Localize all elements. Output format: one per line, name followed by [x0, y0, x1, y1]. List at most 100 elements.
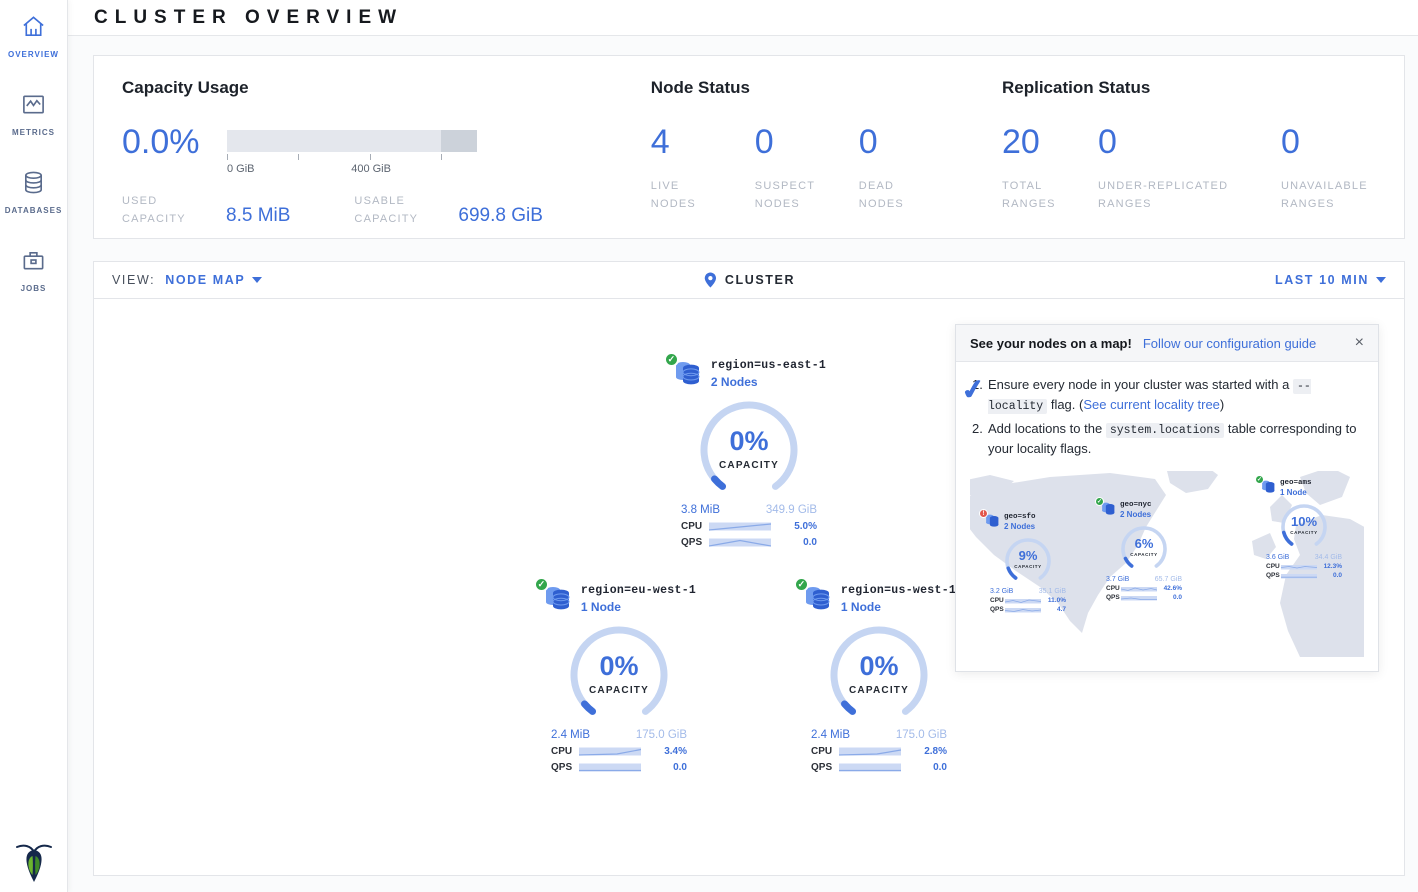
capacity-caption: CAPACITY	[1278, 530, 1330, 535]
step-text: )	[1220, 397, 1224, 412]
node-group-icon: ✓	[672, 359, 702, 390]
region-card-us-west-1[interactable]: ✓ region=us-west-1 1 Node	[794, 584, 964, 773]
region-card-eu-west-1[interactable]: ✓ region=eu-west-1 1 Node	[534, 584, 704, 773]
replication-status-title: Replication Status	[1002, 78, 1376, 98]
under-replicated-ranges-label: UNDER-REPLICATED RANGES	[1098, 178, 1248, 213]
capacity-caption: CAPACITY	[1118, 552, 1170, 557]
region-name: region=eu-west-1	[581, 584, 696, 597]
cpu-sparkline	[1121, 586, 1157, 592]
node-status-title: Node Status	[651, 78, 1002, 98]
qps-sparkline	[709, 537, 771, 548]
cpu-sparkline	[1281, 564, 1317, 570]
region-total: 65.7 GiB	[1155, 576, 1182, 583]
region-total: 35.1 GiB	[1039, 588, 1066, 595]
step-number: 2.	[972, 419, 988, 459]
chevron-down-icon	[252, 277, 262, 283]
qps-value: 0.0	[933, 762, 947, 773]
capacity-caption: CAPACITY	[827, 685, 931, 696]
region-used: 3.6 GiB	[1266, 554, 1289, 561]
replication-status-section: Replication Status 20 TOTAL RANGES 0 UND…	[1002, 78, 1376, 216]
locality-tree-link[interactable]: See current locality tree	[1083, 397, 1220, 412]
main-content: CLUSTER OVERVIEW Capacity Usage 0.0%	[68, 0, 1418, 892]
capacity-percent: 0%	[697, 426, 801, 457]
node-group-icon: ✓	[542, 584, 572, 615]
close-icon[interactable]: ×	[1355, 335, 1364, 351]
qps-label: QPS	[1266, 572, 1281, 579]
capacity-caption: CAPACITY	[1002, 564, 1054, 569]
region-name: geo=ams	[1280, 479, 1312, 487]
suspect-nodes-label: SUSPECT NODES	[755, 178, 825, 213]
capacity-percent: 6%	[1118, 536, 1170, 551]
usable-capacity-value: 699.8 GiB	[458, 205, 543, 228]
cpu-value: 5.0%	[794, 521, 817, 532]
sidebar-item-overview[interactable]: OVERVIEW	[8, 14, 59, 59]
dead-nodes-label: DEAD NODES	[859, 178, 929, 213]
region-name: geo=nyc	[1120, 501, 1152, 509]
total-ranges-stat: 20 TOTAL RANGES	[1002, 124, 1098, 214]
capacity-bar: 0 GiB 400 GiB	[227, 130, 477, 177]
step-text: flag. (	[1047, 397, 1083, 412]
breadcrumb-cluster[interactable]: CLUSTER	[703, 271, 795, 289]
capacity-used-percent: 0.0%	[122, 124, 227, 177]
region-used: 2.4 MiB	[811, 729, 850, 741]
cpu-label: CPU	[681, 521, 709, 532]
qps-value: 0.0	[803, 537, 817, 548]
total-ranges-label: TOTAL RANGES	[1002, 178, 1072, 213]
region-node-count: 1 Node	[841, 600, 956, 614]
page-title: CLUSTER OVERVIEW	[94, 7, 403, 29]
node-group-icon: ✓	[1100, 501, 1116, 520]
sidebar-item-label: OVERVIEW	[8, 50, 59, 59]
qps-value: 4.7	[1057, 606, 1066, 613]
used-capacity-label: USED CAPACITY	[122, 193, 204, 228]
sidebar-item-jobs[interactable]: JOBS	[21, 248, 47, 293]
configuration-guide-link[interactable]: Follow our configuration guide	[1143, 336, 1316, 351]
suspect-nodes-value: 0	[755, 124, 859, 161]
view-label: VIEW:	[112, 273, 155, 287]
capacity-axis-labels: 0 GiB 400 GiB	[227, 163, 477, 177]
node-status-section: Node Status 4 LIVE NODES 0 SUSPECT NODES…	[651, 78, 1002, 216]
setup-step-1: 1. Ensure every node in your cluster was…	[972, 375, 1362, 416]
system-locations-code: system.locations	[1106, 423, 1224, 438]
step-number: 1.	[972, 375, 988, 416]
dead-nodes-value: 0	[859, 124, 963, 161]
capacity-percent: 0%	[827, 651, 931, 682]
time-range-dropdown[interactable]: LAST 10 MIN	[1275, 273, 1386, 287]
setup-step-2: 2. Add locations to the system.locations…	[972, 419, 1362, 459]
region-card-us-east-1[interactable]: ✓ region=us-east-1 2 Nodes	[664, 359, 834, 548]
view-selector-dropdown[interactable]: NODE MAP	[165, 273, 262, 287]
capacity-gauge: 10% CAPACITY	[1278, 501, 1330, 553]
popup-instructions: ✓ 1. Ensure every node in your cluster w…	[956, 362, 1378, 463]
popup-header: See your nodes on a map! Follow our conf…	[956, 325, 1378, 362]
sidebar-item-metrics[interactable]: METRICS	[12, 92, 55, 137]
cpu-label: CPU	[1106, 585, 1121, 592]
suspect-nodes-stat: 0 SUSPECT NODES	[755, 124, 859, 214]
axis-tick-label: 0 GiB	[227, 163, 255, 175]
qps-sparkline	[1281, 573, 1317, 579]
region-node-count: 2 Nodes	[1120, 510, 1152, 519]
sidebar-item-databases[interactable]: DATABASES	[5, 170, 63, 215]
capacity-bar-reserved-segment	[441, 130, 477, 152]
chevron-down-icon	[1376, 277, 1386, 283]
qps-label: QPS	[551, 762, 579, 773]
region-total: 175.0 GiB	[896, 729, 947, 741]
capacity-percent: 10%	[1278, 514, 1330, 529]
databases-icon	[21, 170, 46, 200]
sidebar-item-label: JOBS	[21, 284, 47, 293]
capacity-bar-ticks	[227, 154, 477, 161]
app-window: OVERVIEW METRICS DATABASES	[0, 0, 1418, 892]
qps-sparkline	[1121, 595, 1157, 601]
view-bar: VIEW: NODE MAP CLUSTER LAST 10 MIN	[93, 261, 1405, 299]
used-capacity-stat: USED CAPACITY 8.5 MiB	[122, 193, 290, 228]
region-name: geo=sfo	[1004, 513, 1036, 521]
unavailable-ranges-value: 0	[1281, 124, 1376, 161]
qps-label: QPS	[681, 537, 709, 548]
capacity-bar-track	[227, 130, 477, 152]
map-pin-icon	[703, 271, 718, 289]
region-node-count: 1 Node	[581, 600, 696, 614]
live-nodes-value: 4	[651, 124, 755, 161]
qps-sparkline	[1005, 607, 1041, 613]
axis-tick-label: 400 GiB	[351, 163, 391, 175]
qps-sparkline	[579, 762, 641, 773]
qps-label: QPS	[811, 762, 839, 773]
node-map-setup-popup: See your nodes on a map! Follow our conf…	[955, 324, 1379, 672]
